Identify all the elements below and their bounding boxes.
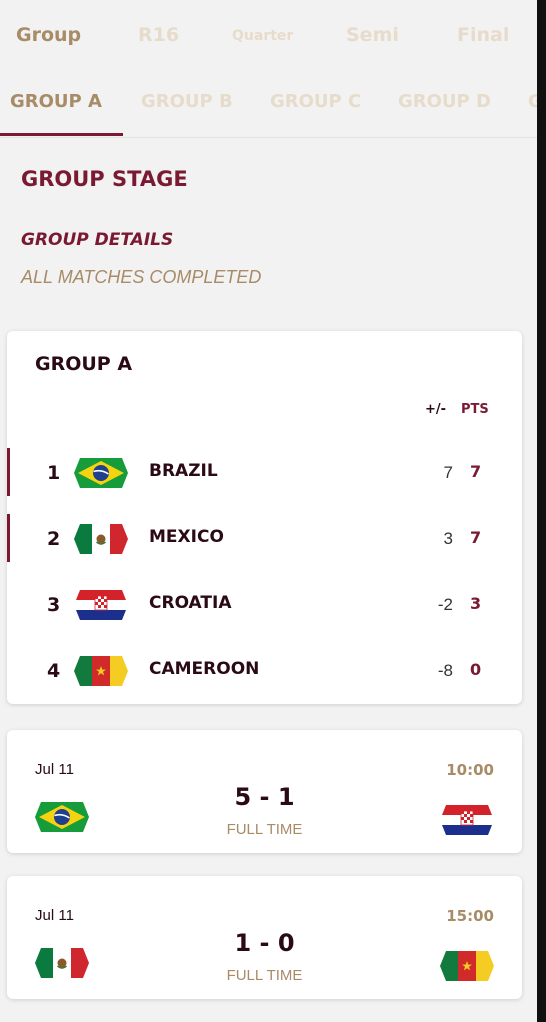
group-tabs: GROUP A GROUP B GROUP C GROUP D G xyxy=(0,72,537,138)
brazil-flag-icon xyxy=(74,458,128,488)
croatia-flag-icon xyxy=(440,805,494,835)
stage-tabs: Group R16 Quarter Semi Final xyxy=(0,0,537,72)
table-row[interactable]: 3 CROATIA -2 3 xyxy=(7,580,522,628)
group-table-card: GROUP A +/- PTS 1 BRAZIL 7 7 2 MEXICO 3 … xyxy=(7,331,522,704)
table-row[interactable]: 4 CAMEROON -8 0 xyxy=(7,646,522,694)
points: 0 xyxy=(470,660,482,679)
goal-difference: -2 xyxy=(437,595,453,614)
table-row[interactable]: 2 MEXICO 3 7 xyxy=(7,514,522,562)
match-time: 15:00 xyxy=(446,907,494,925)
team-name: BRAZIL xyxy=(149,461,218,481)
points: 7 xyxy=(470,462,482,481)
match-time: 10:00 xyxy=(446,761,494,779)
team-rank: 4 xyxy=(47,660,61,682)
tab-group[interactable]: Group xyxy=(16,24,81,46)
scrollbar-track xyxy=(537,0,546,1022)
team-name: CAMEROON xyxy=(149,659,260,679)
section-title: GROUP STAGE xyxy=(21,167,188,191)
team-rank: 1 xyxy=(47,462,61,484)
team-name: MEXICO xyxy=(149,527,224,547)
tab-group-b[interactable]: GROUP B xyxy=(141,91,233,112)
table-row[interactable]: 1 BRAZIL 7 7 xyxy=(7,448,522,496)
goal-difference: -8 xyxy=(437,661,453,680)
tab-semi[interactable]: Semi xyxy=(346,24,399,46)
croatia-flag-icon xyxy=(74,590,128,620)
tab-group-a[interactable]: GROUP A xyxy=(10,91,102,112)
team-rank: 3 xyxy=(47,594,61,616)
tab-group-d[interactable]: GROUP D xyxy=(398,91,491,112)
points: 7 xyxy=(470,528,482,547)
tab-group-c[interactable]: GROUP C xyxy=(270,91,361,112)
points-header: PTS xyxy=(461,402,489,417)
match-card[interactable]: Jul 11 10:00 5 - 1 FULL TIME xyxy=(7,730,522,853)
tab-group-e[interactable]: G xyxy=(528,91,537,112)
mexico-flag-icon xyxy=(74,524,128,554)
team-name: CROATIA xyxy=(149,593,232,613)
cameroon-flag-icon xyxy=(74,656,128,686)
group-details-status: ALL MATCHES COMPLETED xyxy=(21,267,262,287)
goal-difference: 7 xyxy=(443,463,453,482)
tab-r16[interactable]: R16 xyxy=(138,24,179,46)
qualified-indicator xyxy=(7,514,10,562)
group-table-title: GROUP A xyxy=(35,353,133,375)
match-date: Jul 11 xyxy=(35,907,74,924)
points: 3 xyxy=(470,594,482,613)
group-details-title: GROUP DETAILS xyxy=(21,230,174,250)
tab-final[interactable]: Final xyxy=(457,24,509,46)
tab-quarter[interactable]: Quarter xyxy=(232,28,293,44)
goal-difference: 3 xyxy=(443,529,453,548)
active-tab-indicator xyxy=(0,133,123,136)
qualified-indicator xyxy=(7,448,10,496)
goal-difference-header: +/- xyxy=(425,402,447,417)
team-rank: 2 xyxy=(47,528,61,550)
cameroon-flag-icon xyxy=(440,951,494,981)
match-card[interactable]: Jul 11 15:00 1 - 0 FULL TIME xyxy=(7,876,522,999)
match-date: Jul 11 xyxy=(35,761,74,778)
